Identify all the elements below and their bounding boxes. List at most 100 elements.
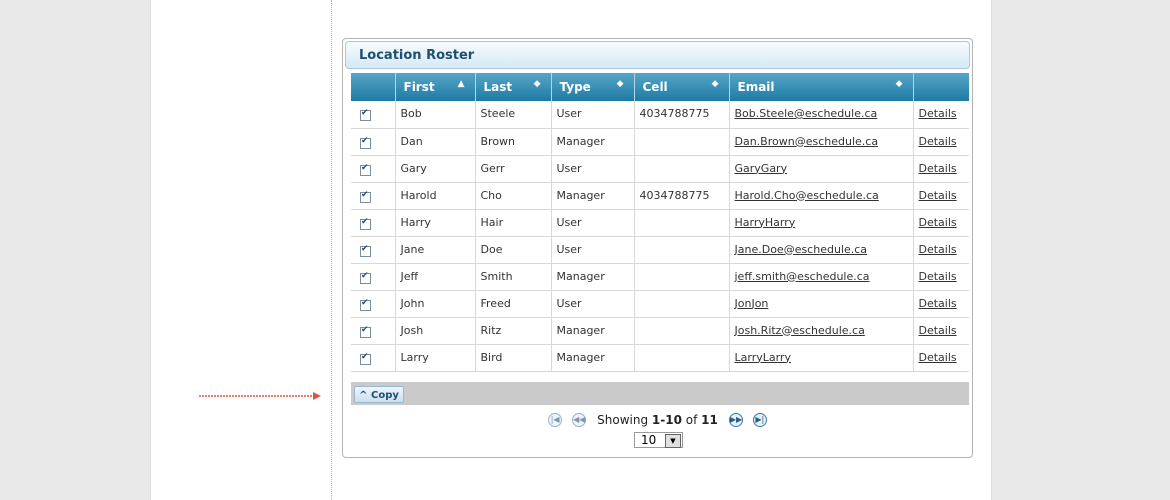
cell-type: User [551, 290, 635, 318]
cell-last: Steele [475, 101, 552, 129]
email-link[interactable]: Josh.Ritz@eschedule.ca [735, 324, 865, 337]
first-page-icon[interactable]: |◀ [548, 412, 563, 427]
email-link[interactable]: Jane.Doe@eschedule.ca [735, 243, 868, 256]
type-value: Manager [556, 323, 605, 337]
last-value: Steele [480, 107, 516, 120]
row-checkbox[interactable] [360, 190, 371, 203]
email-link[interactable]: Bob.Steele@eschedule.ca [735, 107, 878, 120]
cell-type: Manager [551, 128, 635, 156]
email-link[interactable]: Harold.Cho@eschedule.ca [735, 189, 879, 202]
table-row: Gary Gerr User GaryGary Details [351, 155, 969, 183]
cell-cell [634, 236, 730, 264]
column-header-label: Last [483, 80, 513, 94]
cell-last: Brown [475, 128, 552, 156]
email-link[interactable]: LarryLarry [735, 351, 791, 364]
cell-email: Harold.Cho@eschedule.ca [729, 182, 914, 210]
column-header-actions [913, 73, 969, 101]
chevron-down-icon[interactable]: ▼ [665, 434, 681, 448]
sort-icon[interactable]: ◆ [617, 80, 624, 89]
row-checkbox[interactable] [360, 298, 371, 311]
email-link[interactable]: HarryHarry [735, 216, 796, 229]
row-checkbox[interactable] [360, 217, 371, 230]
cell-action: Details [913, 263, 969, 291]
cell-cell: 4034788775 [634, 101, 730, 129]
row-checkbox[interactable] [360, 108, 371, 121]
details-link[interactable]: Details [919, 243, 957, 256]
details-link[interactable]: Details [919, 297, 957, 310]
pagination-status: Showing 1-10 of 11 [597, 413, 718, 427]
column-header-cell[interactable]: Cell ◆ [634, 73, 730, 101]
select-cell [351, 263, 396, 291]
email-link[interactable]: jeff.smith@eschedule.ca [735, 270, 870, 283]
cell-first: Jane [395, 236, 476, 264]
details-link[interactable]: Details [919, 189, 957, 202]
cell-first: Josh [395, 317, 476, 345]
sort-icon[interactable]: ◆ [896, 80, 903, 89]
row-checkbox[interactable] [360, 352, 371, 365]
cell-value: 4034788775 [639, 188, 710, 202]
column-header-type[interactable]: Type ◆ [551, 73, 635, 101]
cell-type: User [551, 209, 635, 237]
select-cell [351, 155, 396, 183]
details-link[interactable]: Details [919, 216, 957, 229]
cell-email: jeff.smith@eschedule.ca [729, 263, 914, 291]
table-row: Jeff Smith Manager jeff.smith@eschedule.ca D… [351, 263, 969, 291]
cell-type: Manager [551, 182, 635, 210]
sort-icon[interactable]: ▲ [458, 80, 465, 89]
column-header-last[interactable]: Last ◆ [475, 73, 552, 101]
details-link[interactable]: Details [919, 135, 957, 148]
last-value: Brown [480, 134, 516, 148]
sort-icon[interactable]: ◆ [534, 80, 541, 89]
page-size-value: 10 [641, 433, 657, 447]
cell-email: HarryHarry [729, 209, 914, 237]
row-checkbox[interactable] [360, 244, 371, 257]
details-link[interactable]: Details [919, 162, 957, 175]
showing-prefix: Showing [597, 412, 652, 427]
cell-first: Jeff [395, 263, 476, 291]
sort-icon[interactable]: ◆ [712, 80, 719, 89]
select-cell [351, 290, 396, 318]
cell-type: User [551, 155, 635, 183]
details-link[interactable]: Details [919, 324, 957, 337]
email-link[interactable]: Dan.Brown@eschedule.ca [735, 135, 879, 148]
type-value: User [556, 107, 582, 120]
next-page-icon[interactable]: ▶▶ [728, 412, 743, 427]
table-row: Dan Brown Manager Dan.Brown@eschedule.ca Det… [351, 128, 969, 156]
row-checkbox[interactable] [360, 163, 371, 176]
first-value: Jeff [400, 269, 419, 283]
email-link[interactable]: GaryGary [735, 162, 788, 175]
page-size-select[interactable]: 10 ▼ [634, 432, 683, 448]
details-link[interactable]: Details [919, 351, 957, 364]
row-checkbox[interactable] [360, 271, 371, 284]
details-link[interactable]: Details [919, 270, 957, 283]
column-header-label: Email [737, 80, 775, 94]
cell-last: Cho [475, 182, 552, 210]
details-link[interactable]: Details [919, 107, 957, 120]
prev-page-icon[interactable]: ◀◀ [572, 412, 587, 427]
cell-type: User [551, 236, 635, 264]
type-value: User [556, 215, 582, 229]
last-page-icon[interactable]: ▶| [752, 412, 767, 427]
table-row: Josh Ritz Manager Josh.Ritz@eschedule.ca Det… [351, 317, 969, 345]
cell-action: Details [913, 317, 969, 345]
row-checkbox[interactable] [360, 325, 371, 338]
select-cell [351, 101, 396, 129]
copy-button[interactable]: ^ Copy [354, 386, 404, 403]
email-link[interactable]: JonJon [735, 297, 769, 310]
table-row: Bob Steele User 4034788775 Bob.Steele@esched… [351, 101, 969, 129]
cell-action: Details [913, 344, 969, 372]
cell-action: Details [913, 155, 969, 183]
cell-type: Manager [551, 344, 635, 372]
first-value: Dan [400, 134, 423, 148]
cell-action: Details [913, 209, 969, 237]
type-value: Manager [556, 269, 605, 283]
roster-table: First ▲ Last ◆ Type ◆ Cell ◆ Email ◆ Bob Steele Use… [351, 73, 969, 372]
cell-last: Bird [475, 344, 552, 372]
last-value: Cho [480, 188, 502, 202]
column-header-email[interactable]: Email ◆ [729, 73, 914, 101]
row-checkbox[interactable] [360, 136, 371, 149]
type-value: User [556, 161, 582, 175]
table-toolbar: ^ Copy [351, 382, 969, 405]
type-value: User [556, 242, 582, 256]
column-header-first[interactable]: First ▲ [395, 73, 476, 101]
